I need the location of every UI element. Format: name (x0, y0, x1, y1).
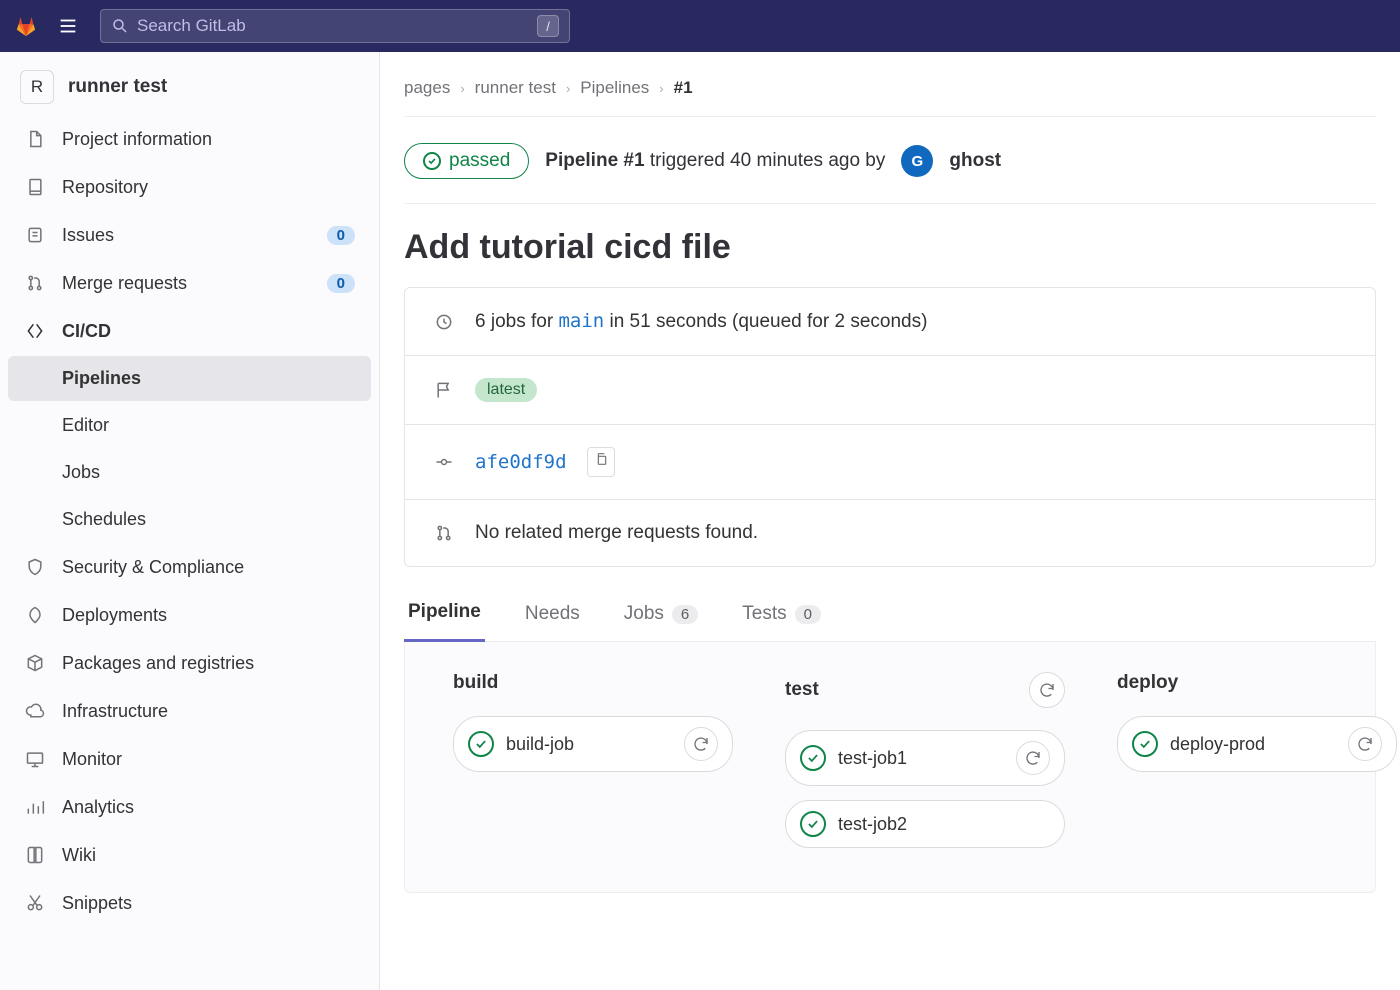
issues-icon (24, 224, 46, 246)
status-badge[interactable]: passed (404, 143, 529, 179)
stage-header-build: build (453, 672, 733, 694)
job-test-job1[interactable]: test-job1 (785, 730, 1065, 786)
job-status-passed-icon (468, 731, 494, 757)
tab-pipeline[interactable]: Pipeline (404, 591, 485, 642)
retry-job-button[interactable] (1348, 727, 1382, 761)
infrastructure-icon (24, 700, 46, 722)
retry-job-button[interactable] (1016, 741, 1050, 775)
flag-icon (433, 379, 455, 401)
topbar: / (0, 0, 1400, 52)
job-status-passed-icon (800, 745, 826, 771)
info-commit: afe0df9d (405, 425, 1375, 500)
crumb-pages[interactable]: pages (404, 78, 450, 98)
nav-jobs[interactable]: Jobs (8, 450, 371, 495)
stage-header-test: test (785, 672, 1065, 708)
nav-issues[interactable]: Issues 0 (8, 212, 371, 258)
page-title: Add tutorial cicd file (404, 204, 1376, 287)
project-header[interactable]: R runner test (8, 60, 371, 114)
info-flags: latest (405, 356, 1375, 425)
project-name: runner test (68, 76, 167, 98)
snippets-icon (24, 892, 46, 914)
job-build-job[interactable]: build-job (453, 716, 733, 772)
retry-job-button[interactable] (684, 727, 718, 761)
retry-stage-button[interactable] (1029, 672, 1065, 708)
user-avatar[interactable]: G (901, 145, 933, 177)
search-kbd-hint: / (537, 15, 559, 37)
pipeline-graph: build build-job test test-job1 test-job2 (404, 642, 1376, 893)
stage-build: build build-job (453, 672, 733, 862)
info-merge-requests: No related merge requests found. (405, 500, 1375, 566)
crumb-sep: › (460, 81, 464, 96)
wiki-icon (24, 844, 46, 866)
analytics-icon (24, 796, 46, 818)
pipeline-header: passed Pipeline #1 triggered 40 minutes … (404, 117, 1376, 204)
job-status-passed-icon (1132, 731, 1158, 757)
tab-jobs[interactable]: Jobs6 (620, 593, 702, 641)
clock-icon (433, 311, 455, 333)
search-icon (111, 17, 129, 35)
stage-deploy: deploy deploy-prod (1117, 672, 1397, 862)
main-content: pages › runner test › Pipelines › #1 pas… (380, 52, 1400, 990)
repository-icon (24, 176, 46, 198)
crumb-project[interactable]: runner test (475, 78, 556, 98)
project-info-icon (24, 128, 46, 150)
merge-request-icon (433, 522, 455, 544)
nav-packages[interactable]: Packages and registries (8, 640, 371, 686)
pipeline-info-box: 6 jobs for main in 51 seconds (queued fo… (404, 287, 1376, 567)
user-name[interactable]: ghost (949, 150, 1001, 172)
shield-icon (24, 556, 46, 578)
nav-repository[interactable]: Repository (8, 164, 371, 210)
commit-icon (433, 451, 455, 473)
pipeline-tabs: Pipeline Needs Jobs6 Tests0 (404, 567, 1376, 642)
latest-badge: latest (475, 378, 537, 402)
gitlab-logo[interactable] (12, 12, 40, 40)
tab-jobs-count: 6 (672, 605, 698, 624)
tab-tests[interactable]: Tests0 (738, 593, 825, 641)
nav-infrastructure[interactable]: Infrastructure (8, 688, 371, 734)
nav-pipelines[interactable]: Pipelines (8, 356, 371, 401)
deployments-icon (24, 604, 46, 626)
pipeline-id: Pipeline #1 (545, 150, 644, 171)
crumb-sep: › (659, 81, 663, 96)
pipeline-trigger-text: Pipeline #1 triggered 40 minutes ago by (545, 150, 885, 172)
job-deploy-prod[interactable]: deploy-prod (1117, 716, 1397, 772)
info-jobs-duration: 6 jobs for main in 51 seconds (queued fo… (405, 288, 1375, 356)
breadcrumb: pages › runner test › Pipelines › #1 (404, 74, 1376, 117)
job-status-passed-icon (800, 811, 826, 837)
nav-snippets[interactable]: Snippets (8, 880, 371, 926)
branch-link[interactable]: main (558, 310, 604, 332)
nav-schedules[interactable]: Schedules (8, 497, 371, 542)
search-box[interactable]: / (100, 9, 570, 43)
commit-sha-link[interactable]: afe0df9d (475, 451, 567, 473)
nav-cicd[interactable]: CI/CD (8, 308, 371, 354)
sidebar: R runner test Project information Reposi… (0, 52, 380, 990)
job-test-job2[interactable]: test-job2 (785, 800, 1065, 848)
menu-button[interactable] (50, 8, 86, 44)
tab-tests-count: 0 (795, 605, 821, 624)
monitor-icon (24, 748, 46, 770)
crumb-current: #1 (674, 78, 693, 98)
cicd-icon (24, 320, 46, 342)
nav-project-information[interactable]: Project information (8, 116, 371, 162)
nav-analytics[interactable]: Analytics (8, 784, 371, 830)
issues-count-badge: 0 (327, 226, 355, 245)
stage-test: test test-job1 test-job2 (785, 672, 1065, 862)
tab-needs[interactable]: Needs (521, 593, 584, 641)
nav-deployments[interactable]: Deployments (8, 592, 371, 638)
search-input[interactable] (137, 16, 537, 36)
nav-monitor[interactable]: Monitor (8, 736, 371, 782)
project-avatar: R (20, 70, 54, 104)
crumb-sep: › (566, 81, 570, 96)
nav-security[interactable]: Security & Compliance (8, 544, 371, 590)
copy-sha-button[interactable] (587, 447, 615, 477)
packages-icon (24, 652, 46, 674)
nav-merge-requests[interactable]: Merge requests 0 (8, 260, 371, 306)
check-icon (423, 152, 441, 170)
nav-editor[interactable]: Editor (8, 403, 371, 448)
mr-count-badge: 0 (327, 274, 355, 293)
crumb-pipelines[interactable]: Pipelines (580, 78, 649, 98)
nav-wiki[interactable]: Wiki (8, 832, 371, 878)
stage-header-deploy: deploy (1117, 672, 1397, 694)
merge-requests-icon (24, 272, 46, 294)
